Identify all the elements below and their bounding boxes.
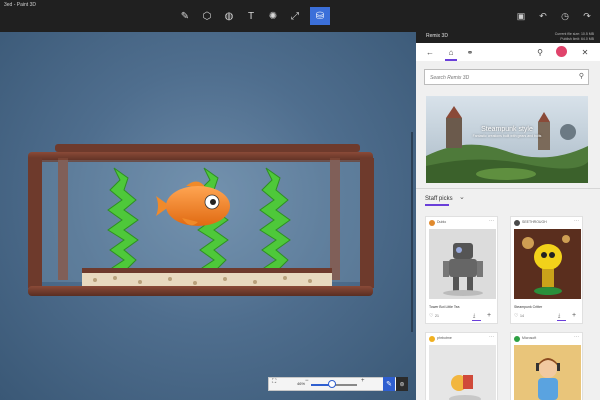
redo-icon[interactable]: ↷ xyxy=(581,9,593,23)
model-card[interactable]: SEETHROUGH ··· Steampunk Critter ♡ 14 ⤓ … xyxy=(510,216,583,324)
heart-icon[interactable]: ♡ xyxy=(429,313,433,319)
heart-icon[interactable]: ♡ xyxy=(514,313,518,319)
search-input[interactable] xyxy=(428,71,572,85)
3d-canvas[interactable] xyxy=(0,32,416,400)
zoom-slider-thumb[interactable] xyxy=(328,380,337,388)
scene-illustration xyxy=(28,144,374,296)
search-icon[interactable]: ⚲ xyxy=(579,72,584,80)
home-icon[interactable]: ⌂ xyxy=(445,46,457,58)
staff-picks-underline xyxy=(425,204,449,206)
avatar[interactable] xyxy=(556,46,567,57)
search-box: ⚲ xyxy=(424,69,589,85)
author-avatar xyxy=(429,220,435,226)
title-bar: 3ed - Paint 3D ✎ ⬡ ◍ T ✺ ⤢ ⛁ ▣ ↶ ◷ ↷ xyxy=(0,0,600,32)
view-camera-icon[interactable]: ⊛ xyxy=(396,377,408,391)
panel-nav: ← ⌂ ⚭ ⚲ ✕ xyxy=(416,43,600,61)
fit-to-screen-icon[interactable]: ⛶ xyxy=(272,379,276,386)
author-avatar xyxy=(514,336,520,342)
undo-icon[interactable]: ↶ xyxy=(537,9,549,23)
divider xyxy=(416,188,600,189)
tank-bottom-back-rail xyxy=(82,268,332,273)
card-author[interactable]: SEETHROUGH xyxy=(522,220,547,224)
card-title: Steampunk Critter xyxy=(514,305,543,309)
tank-top-rail xyxy=(55,144,360,152)
window-title: 3ed - Paint 3D xyxy=(4,2,36,8)
chevron-down-icon[interactable]: ⌄ xyxy=(459,193,465,201)
stickers-icon[interactable]: ◍ xyxy=(222,9,236,23)
home-tab-indicator xyxy=(445,59,457,61)
model-thumbnail[interactable] xyxy=(429,345,496,400)
panel-title: Remix 3D xyxy=(426,33,448,39)
model-card[interactable]: Microsoft ··· xyxy=(510,332,583,400)
zoom-out-icon[interactable]: − xyxy=(305,378,309,384)
community-icon[interactable]: ⚭ xyxy=(464,46,476,58)
tank-right-pillar xyxy=(360,158,374,288)
model-card[interactable]: phrbotme ··· xyxy=(425,332,498,400)
more-icon[interactable]: ··· xyxy=(574,334,579,340)
panel-header: Remix 3D Current file size: 10.5 MB Publ… xyxy=(416,32,600,43)
staff-picks-heading[interactable]: Staff picks xyxy=(425,196,453,202)
card-author[interactable]: phrbotme xyxy=(437,336,452,340)
remix3d-icon[interactable]: ⛁ xyxy=(310,7,330,25)
remix3d-panel: Remix 3D Current file size: 10.5 MB Publ… xyxy=(416,32,600,400)
effects-icon[interactable]: ✺ xyxy=(266,9,280,23)
card-title: Tower Bot Little Tea xyxy=(429,305,460,309)
featured-banner[interactable]: Steampunk style Fantastic creations buil… xyxy=(426,96,588,183)
model-thumbnail[interactable] xyxy=(514,345,581,400)
add-icon[interactable]: + xyxy=(572,312,576,319)
canvas-icon[interactable]: ⤢ xyxy=(288,9,302,23)
featured-title: Steampunk style xyxy=(481,126,533,133)
view-3d-icon[interactable]: ✎ xyxy=(383,377,395,391)
more-icon[interactable]: ··· xyxy=(574,218,579,224)
like-count: 14 xyxy=(520,314,524,318)
zoom-in-icon[interactable]: + xyxy=(361,378,365,384)
add-icon[interactable]: + xyxy=(487,312,491,319)
robot-thumbnail xyxy=(429,229,496,299)
gravel-bed xyxy=(82,272,332,288)
close-icon[interactable]: ✕ xyxy=(579,46,591,58)
3d-shapes-icon[interactable]: ⬡ xyxy=(200,9,214,23)
download-icon[interactable]: ⤓ xyxy=(558,313,560,319)
download-indicator xyxy=(557,320,566,322)
publish-limit: Publish limit: 64.0 MB xyxy=(560,37,594,41)
history-icon[interactable]: ◷ xyxy=(559,9,571,23)
tank-left-pillar xyxy=(28,158,42,288)
canvas-scrollbar[interactable] xyxy=(411,132,413,332)
brushes-icon[interactable]: ✎ xyxy=(178,9,192,23)
text-icon[interactable]: T xyxy=(244,9,258,23)
download-icon[interactable]: ⤓ xyxy=(473,313,475,319)
paste-icon[interactable]: ▣ xyxy=(515,9,527,23)
model-thumbnail[interactable] xyxy=(429,229,496,299)
tank-bottom-rail xyxy=(28,286,373,296)
author-avatar xyxy=(514,220,520,226)
card-author[interactable]: Microsoft xyxy=(522,336,536,340)
critter-thumbnail xyxy=(514,229,581,299)
download-indicator xyxy=(472,320,481,322)
more-icon[interactable]: ··· xyxy=(489,334,494,340)
back-arrow-icon[interactable]: ← xyxy=(424,46,436,58)
zoom-value: 46% xyxy=(297,381,306,386)
pin-icon[interactable]: ⚲ xyxy=(534,46,546,58)
featured-image xyxy=(426,96,588,183)
current-usage: Current file size: 10.5 MB xyxy=(554,32,594,36)
card-author[interactable]: Dublo xyxy=(437,220,446,224)
featured-subtitle: Fantastic creations built with gears and… xyxy=(472,134,542,138)
toy-thumbnail xyxy=(429,345,496,400)
model-card[interactable]: Dublo ··· Tower Bot Little Tea ♡ 21 ⤓ + xyxy=(425,216,498,324)
more-icon[interactable]: ··· xyxy=(489,218,494,224)
character-thumbnail xyxy=(514,345,581,400)
model-thumbnail[interactable] xyxy=(514,229,581,299)
author-avatar xyxy=(429,336,435,342)
like-count: 21 xyxy=(435,314,439,318)
